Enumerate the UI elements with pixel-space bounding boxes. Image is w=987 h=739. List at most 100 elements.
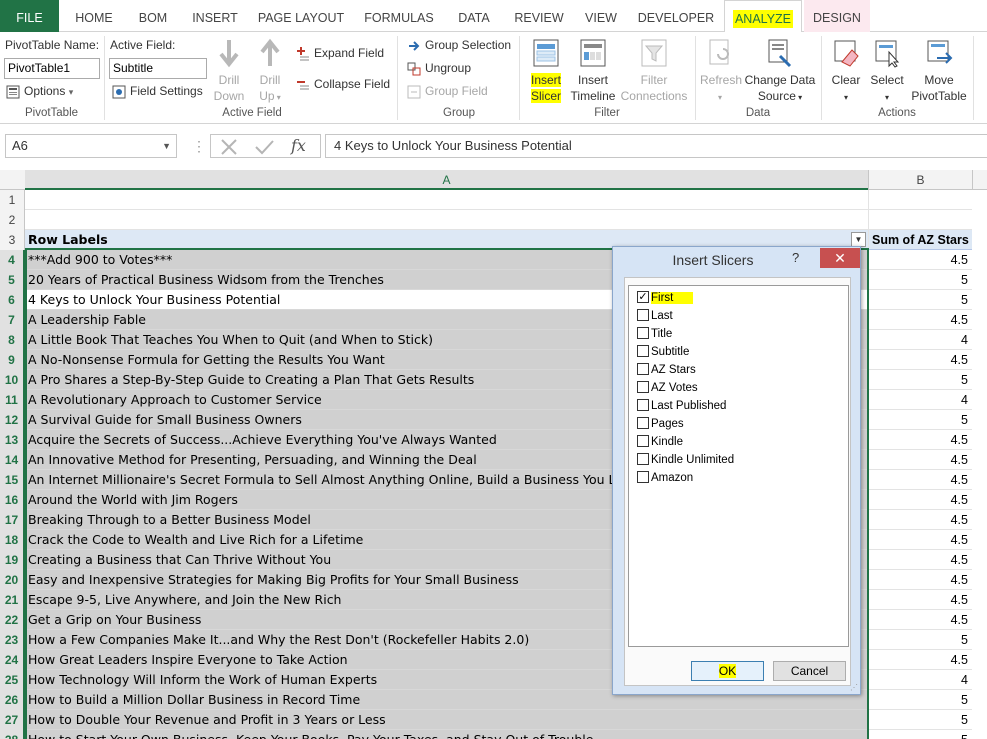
resize-grip-icon[interactable]: ⋰ <box>850 683 858 692</box>
checkbox-icon[interactable] <box>637 309 649 321</box>
row-header[interactable]: 24 <box>0 650 25 670</box>
checkbox-icon[interactable] <box>637 381 649 393</box>
checkbox-icon[interactable] <box>637 399 649 411</box>
ok-button[interactable]: OK <box>691 661 764 681</box>
cell-b[interactable]: 4.5 <box>868 310 972 330</box>
row-header[interactable]: 2 <box>0 210 25 230</box>
slicer-field-option[interactable]: Kindle Unlimited <box>637 453 734 470</box>
tab-formulas[interactable]: FORMULAS <box>358 0 440 32</box>
cell-b[interactable]: 4.5 <box>868 250 972 270</box>
slicer-field-option[interactable]: Last Published <box>637 399 726 416</box>
cancel-button[interactable]: Cancel <box>773 661 846 681</box>
slicer-field-option[interactable]: Pages <box>637 417 684 434</box>
tab-home[interactable]: HOME <box>68 0 120 32</box>
tab-bom[interactable]: BOM <box>128 0 178 32</box>
insert-timeline-button[interactable]: Insert Timeline <box>568 38 618 104</box>
field-settings-button[interactable]: Field Settings <box>112 84 203 99</box>
checkbox-icon[interactable] <box>637 435 649 447</box>
cell-b[interactable]: 4.5 <box>868 430 972 450</box>
cell-a[interactable]: How to Double Your Revenue and Profit in… <box>25 710 868 730</box>
row-header[interactable]: 5 <box>0 270 25 290</box>
row-header[interactable]: 20 <box>0 570 25 590</box>
row-header[interactable]: 17 <box>0 510 25 530</box>
collapse-field-button[interactable]: Collapse Field <box>296 77 390 92</box>
row-header[interactable]: 25 <box>0 670 25 690</box>
cell-b[interactable]: 4 <box>868 390 972 410</box>
cell-b[interactable]: 4.5 <box>868 590 972 610</box>
select-button[interactable]: Select ▾ <box>868 38 906 106</box>
cell-b[interactable]: 5 <box>868 270 972 290</box>
row-header[interactable]: 8 <box>0 330 25 350</box>
change-data-source-button[interactable]: Change Data Source ▾ <box>743 38 817 106</box>
active-field-input[interactable]: Subtitle <box>109 58 207 79</box>
refresh-button[interactable]: Refresh ▾ <box>700 38 742 106</box>
tab-design[interactable]: DESIGN <box>804 0 870 32</box>
pivottable-name-input[interactable]: PivotTable1 <box>4 58 100 79</box>
insert-function-icon[interactable]: fx <box>291 136 306 155</box>
checkbox-icon[interactable] <box>637 363 649 375</box>
help-icon[interactable]: ? <box>792 250 799 265</box>
cell-b[interactable]: 4.5 <box>868 570 972 590</box>
column-header-c[interactable] <box>972 170 987 190</box>
row-header[interactable]: 4 <box>0 250 25 270</box>
tab-insert[interactable]: INSERT <box>186 0 244 32</box>
cell-b[interactable]: 4 <box>868 670 972 690</box>
cell-b[interactable]: 4.5 <box>868 350 972 370</box>
row-header[interactable]: 9 <box>0 350 25 370</box>
column-header-a[interactable]: A <box>25 170 868 190</box>
row-header[interactable]: 12 <box>0 410 25 430</box>
cell-a[interactable] <box>25 190 868 210</box>
slicer-field-option[interactable]: AZ Stars <box>637 363 696 380</box>
drill-up-button[interactable]: Drill Up ▾ <box>253 38 287 106</box>
row-header[interactable]: 19 <box>0 550 25 570</box>
tab-review[interactable]: REVIEW <box>508 0 570 32</box>
row-header[interactable]: 3 <box>0 230 25 250</box>
checkbox-icon[interactable] <box>637 471 649 483</box>
row-header[interactable]: 28 <box>0 730 25 739</box>
row-header[interactable]: 18 <box>0 530 25 550</box>
slicer-field-option[interactable]: Title <box>637 327 672 344</box>
cell-b[interactable]: 5 <box>868 370 972 390</box>
cell-b[interactable]: 4 <box>868 330 972 350</box>
column-header-b[interactable]: B <box>868 170 972 190</box>
cell-b[interactable]: 4.5 <box>868 530 972 550</box>
close-icon[interactable]: ✕ <box>820 248 860 268</box>
row-header[interactable]: 1 <box>0 190 25 210</box>
cell-b[interactable]: 5 <box>868 710 972 730</box>
row-header[interactable]: 14 <box>0 450 25 470</box>
move-pivottable-button[interactable]: Move PivotTable <box>908 38 970 104</box>
row-header[interactable]: 6 <box>0 290 25 310</box>
row-header[interactable]: 23 <box>0 630 25 650</box>
cell-b[interactable]: 5 <box>868 410 972 430</box>
row-header[interactable]: 7 <box>0 310 25 330</box>
slicer-field-option[interactable]: Amazon <box>637 471 693 488</box>
cell-a[interactable]: How to Start Your Own Business, Keep You… <box>25 730 868 739</box>
row-header[interactable]: 27 <box>0 710 25 730</box>
cell-b[interactable]: 4.5 <box>868 470 972 490</box>
slicer-field-option[interactable]: Last <box>637 309 673 326</box>
cell-b[interactable]: 4.5 <box>868 650 972 670</box>
checkbox-icon[interactable] <box>637 327 649 339</box>
expand-field-button[interactable]: Expand Field <box>296 46 384 61</box>
row-header[interactable]: 15 <box>0 470 25 490</box>
name-box[interactable]: A6 ▼ <box>5 134 177 158</box>
group-field-button[interactable]: Group Field <box>407 84 488 99</box>
cell-b[interactable]: 5 <box>868 690 972 710</box>
cell-b[interactable]: 4.5 <box>868 510 972 530</box>
cell-b[interactable]: 4.5 <box>868 490 972 510</box>
checkbox-icon[interactable] <box>637 417 649 429</box>
cell-b[interactable]: 4.5 <box>868 610 972 630</box>
tab-page-layout[interactable]: PAGE LAYOUT <box>252 0 350 32</box>
cell-b[interactable] <box>868 190 972 210</box>
slicer-field-option[interactable]: Kindle <box>637 435 683 452</box>
clear-button[interactable]: Clear ▾ <box>827 38 865 106</box>
sum-az-stars-header-cell[interactable]: Sum of AZ Stars <box>868 230 972 250</box>
tab-file[interactable]: FILE <box>0 0 59 32</box>
slicer-field-option[interactable]: Subtitle <box>637 345 689 362</box>
cell-b[interactable] <box>868 210 972 230</box>
tab-analyze[interactable]: ANALYZE <box>724 0 802 33</box>
checkbox-checked-icon[interactable]: ✓ <box>637 291 649 303</box>
row-header[interactable]: 21 <box>0 590 25 610</box>
slicer-field-option[interactable]: AZ Votes <box>637 381 698 398</box>
cell-b[interactable]: 5 <box>868 290 972 310</box>
